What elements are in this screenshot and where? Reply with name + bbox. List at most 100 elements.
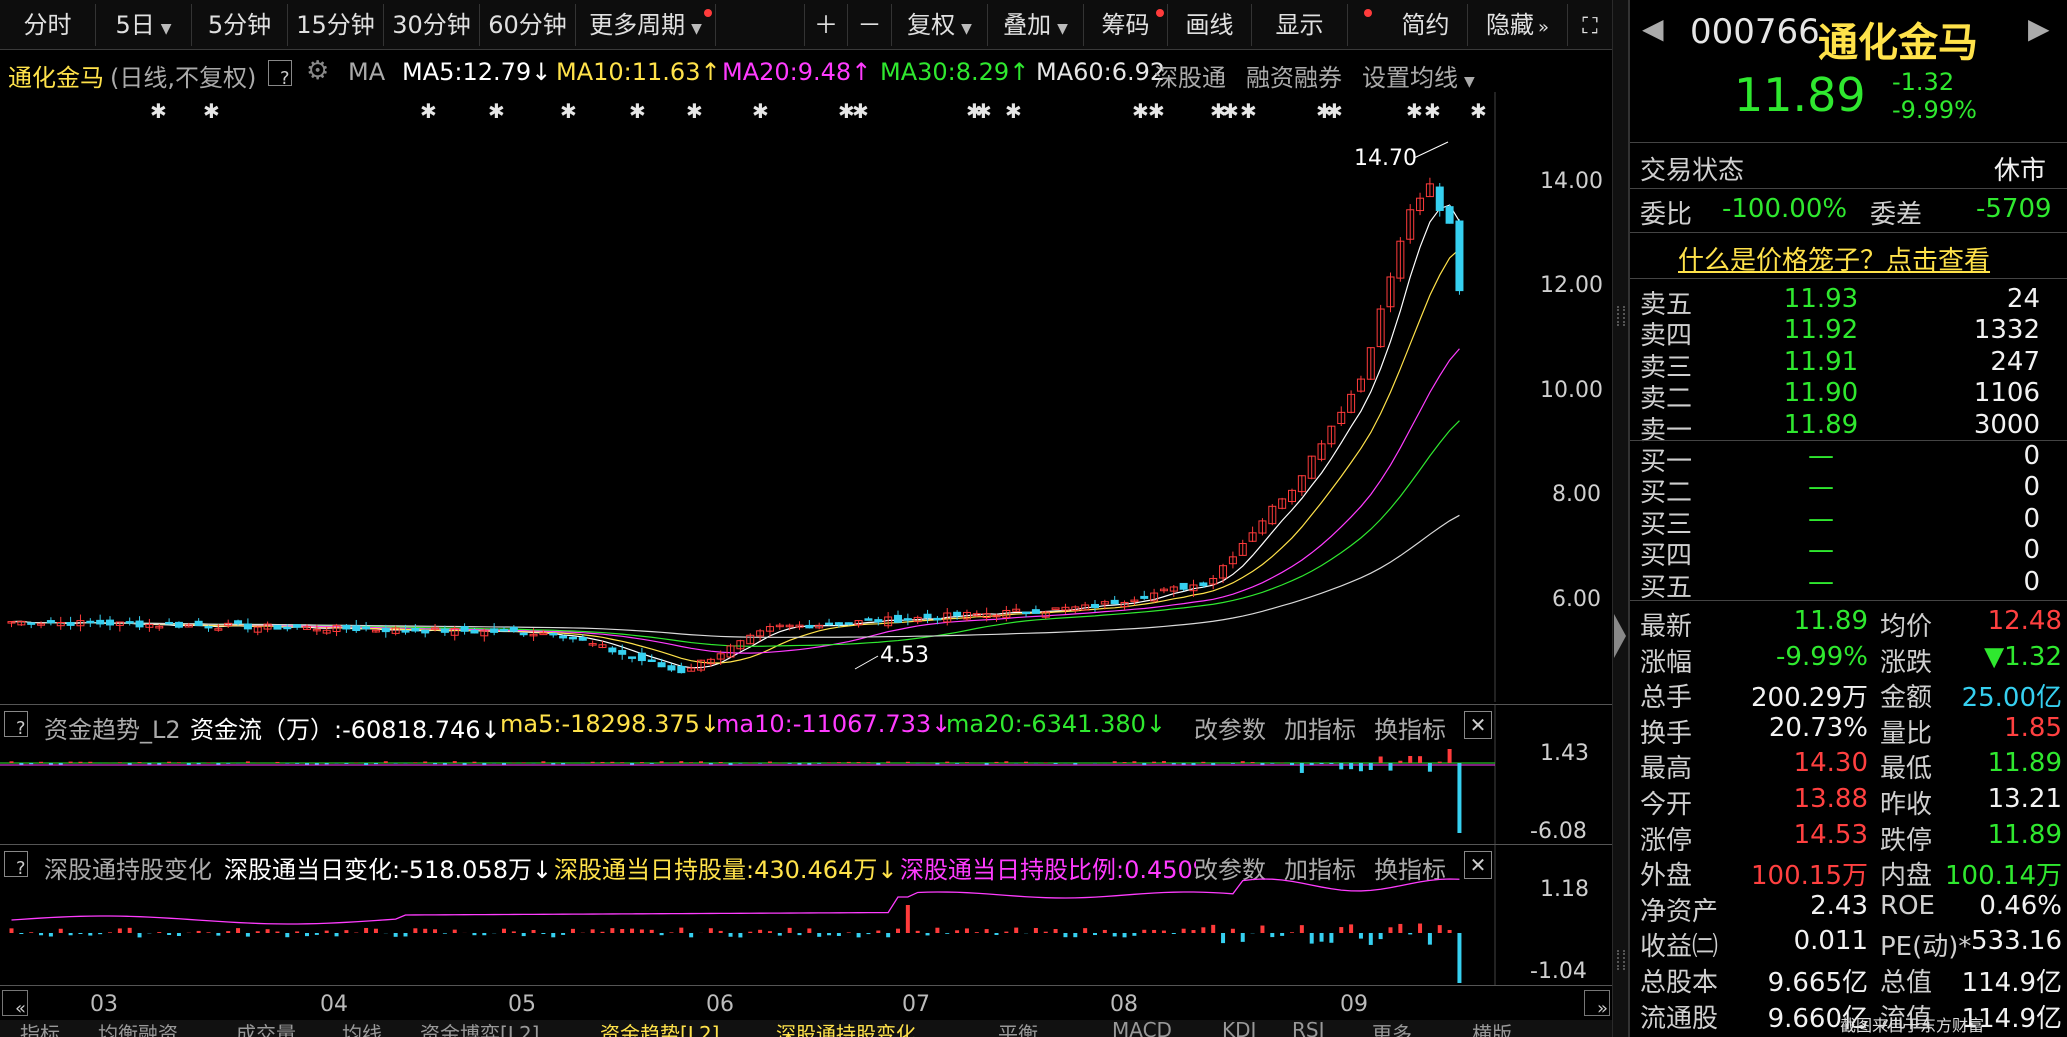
bid-row[interactable]: 买四 —0 bbox=[1630, 535, 2067, 571]
tab-kdj[interactable]: KDJ bbox=[1222, 1020, 1256, 1037]
bid-row[interactable]: 买二 —0 bbox=[1630, 472, 2067, 508]
gear-icon[interactable]: ⚙ bbox=[306, 56, 329, 86]
next-stock-button[interactable]: ▶ bbox=[2028, 12, 2050, 45]
tab-more[interactable]: 更多 bbox=[1372, 1020, 1412, 1037]
stat-label: 今开 bbox=[1640, 790, 1693, 820]
period-button-5day[interactable]: 5日 ▼ bbox=[96, 4, 192, 46]
ask-row[interactable]: 卖一 11.89 3000 bbox=[1630, 410, 2067, 446]
trade-status-row: 交易状态 休市 bbox=[1630, 150, 2067, 186]
period-button-5min[interactable]: 5分钟 bbox=[192, 4, 288, 46]
candle-body bbox=[1031, 609, 1040, 614]
tab-macd[interactable]: MACD bbox=[1112, 1020, 1172, 1037]
simple-button[interactable]: 简约 bbox=[1384, 4, 1468, 46]
candle-body bbox=[421, 629, 430, 634]
tab-rsi[interactable]: RSI bbox=[1292, 1020, 1325, 1037]
link-margin[interactable]: 融资融券 bbox=[1246, 58, 1342, 93]
candle-body bbox=[568, 636, 577, 640]
link-shenguton[interactable]: 深股通 bbox=[1154, 58, 1226, 93]
ask-row[interactable]: 卖四 11.92 1332 bbox=[1630, 315, 2067, 351]
ma10-value: MA10:11.63↑ bbox=[556, 58, 721, 86]
tab-horizontal[interactable]: 横版 bbox=[1472, 1020, 1512, 1037]
candle-body bbox=[96, 619, 105, 625]
tool-label: 筹码 bbox=[1101, 11, 1150, 39]
scroll-left-button[interactable]: « bbox=[2, 990, 28, 1019]
stat-label: 总股本 bbox=[1640, 968, 1719, 998]
stat-value: 12.48 bbox=[1987, 606, 2062, 636]
tool-label: 复权 bbox=[907, 11, 956, 39]
candle-body bbox=[46, 620, 55, 624]
date-tick: 04 bbox=[320, 992, 348, 1017]
tab-balance-finance[interactable]: 均衡融资 bbox=[98, 1020, 178, 1037]
zoom-in-button[interactable]: ＋ bbox=[804, 4, 848, 46]
arrow-down-icon: ↓ bbox=[531, 58, 552, 86]
prev-stock-button[interactable]: ◀ bbox=[1642, 12, 1664, 45]
ma-line bbox=[11, 248, 1460, 664]
ma30-text: MA30:8.29 bbox=[880, 58, 1010, 86]
date-tick: 06 bbox=[706, 992, 734, 1017]
order-ratio-row: 委比 -100.00% 委差 -5709 bbox=[1630, 194, 2067, 230]
tool-label: 简约 bbox=[1401, 11, 1450, 39]
draw-button[interactable]: 画线 bbox=[1168, 4, 1252, 46]
stat-value: 13.21 bbox=[1987, 784, 2062, 814]
minus-icon: － bbox=[857, 11, 882, 39]
stat-label: 总手 bbox=[1640, 683, 1693, 714]
ask-row[interactable]: 卖五 11.93 24 bbox=[1630, 284, 2067, 320]
candlestick-chart[interactable]: ✱ ✱ ✱ ✱ ✱ ✱ ✱ ✱ ✱ ✱ ✱ ✱ ✱ ✱ ✱ ✱ ✱ ✱ ✱ ✱ ✱ ✱ ✱ 14.00 12.00 10.0… bbox=[0, 92, 1620, 702]
bid-row[interactable]: 买一 —0 bbox=[1630, 441, 2067, 477]
event-marker-icon: ✱ bbox=[752, 99, 769, 123]
hide-button[interactable]: 隐藏» bbox=[1468, 4, 1568, 46]
ma-settings-link[interactable]: 设置均线 ▼ bbox=[1362, 58, 1475, 93]
period-button-60min[interactable]: 60分钟 bbox=[480, 4, 576, 46]
tool-label: 画线 bbox=[1185, 11, 1234, 39]
level-price: 11.91 bbox=[1783, 346, 1859, 377]
stat-label: 总值 bbox=[1880, 968, 1933, 998]
candle-body bbox=[86, 620, 95, 624]
tab-balance[interactable]: 平衡 bbox=[998, 1020, 1038, 1037]
fullscreen-button[interactable]: ⛶ bbox=[1568, 4, 1612, 46]
candle-body bbox=[1091, 603, 1099, 609]
level-volume: 0 bbox=[2023, 472, 2040, 503]
tab-ma[interactable]: 均线 bbox=[342, 1020, 382, 1037]
period-button-intraday[interactable]: 分时 bbox=[0, 4, 96, 46]
event-marker-icon: ✱ bbox=[1240, 99, 1257, 123]
ma-label: MA bbox=[348, 58, 386, 86]
period-button-more[interactable]: 更多周期 ▼ bbox=[576, 4, 716, 46]
candle-body bbox=[362, 626, 371, 630]
level-price: 11.93 bbox=[1783, 284, 1859, 314]
ask-row[interactable]: 卖三 11.91 247 bbox=[1630, 346, 2067, 383]
ma20-value: MA20:9.48↑ bbox=[722, 58, 871, 86]
candle-body bbox=[677, 665, 686, 674]
period-label: 更多周期 bbox=[589, 11, 686, 39]
zoom-out-button[interactable]: － bbox=[848, 4, 892, 46]
scroll-right-button[interactable]: » bbox=[1584, 990, 1610, 1019]
tool-label: 叠加 bbox=[1003, 11, 1052, 39]
bid-row[interactable]: 买三 —0 bbox=[1630, 504, 2067, 540]
panel-splitter[interactable] bbox=[1612, 0, 1628, 1037]
tab-fund-trend[interactable]: 资金趋势[L2] bbox=[600, 1020, 719, 1037]
price-cage-link[interactable]: 什么是价格笼子？点击查看 bbox=[1678, 240, 1990, 277]
tab-hk-connect[interactable]: 深股通持股变化 bbox=[776, 1020, 916, 1037]
tab-volume[interactable]: 成交量 bbox=[236, 1020, 296, 1037]
promo-link-row[interactable]: 什么是价格笼子？点击查看 bbox=[1630, 240, 2067, 277]
period-button-30min[interactable]: 30分钟 bbox=[384, 4, 480, 46]
stat-value: 14.30 bbox=[1793, 748, 1868, 779]
period-toolbar: 分时 5日 ▼ 5分钟 15分钟 30分钟 60分钟 更多周期 ▼ ＋ － 复权 ▼ … bbox=[0, 0, 1620, 50]
tab-fund-game[interactable]: 资金博弈[L2] bbox=[420, 1020, 539, 1037]
bid-row[interactable]: 买五 — 0 bbox=[1630, 567, 2067, 603]
level-label: 买五 bbox=[1640, 572, 1693, 603]
level-volume: 247 bbox=[1990, 346, 2040, 377]
tab-indicator[interactable]: 指标 bbox=[20, 1020, 60, 1037]
ask-row[interactable]: 卖二 11.90 1106 bbox=[1630, 378, 2067, 414]
overlay-button[interactable]: 叠加 ▼ bbox=[988, 4, 1084, 46]
candle-body bbox=[1179, 582, 1188, 590]
help-button[interactable]: ? bbox=[268, 60, 292, 89]
notification-dot-icon bbox=[1364, 9, 1372, 17]
adjust-button[interactable]: 复权 ▼ bbox=[892, 4, 988, 46]
hk-connect-svg: 1.18 -1.04 bbox=[9, 845, 1589, 986]
period-button-15min[interactable]: 15分钟 bbox=[288, 4, 384, 46]
event-marker-icon: ✱ bbox=[1326, 99, 1343, 123]
display-button[interactable]: 显示 bbox=[1252, 4, 1348, 46]
hk-connect-bars bbox=[9, 878, 1462, 983]
candle-body bbox=[509, 626, 518, 632]
level-price: — bbox=[1808, 535, 1834, 566]
